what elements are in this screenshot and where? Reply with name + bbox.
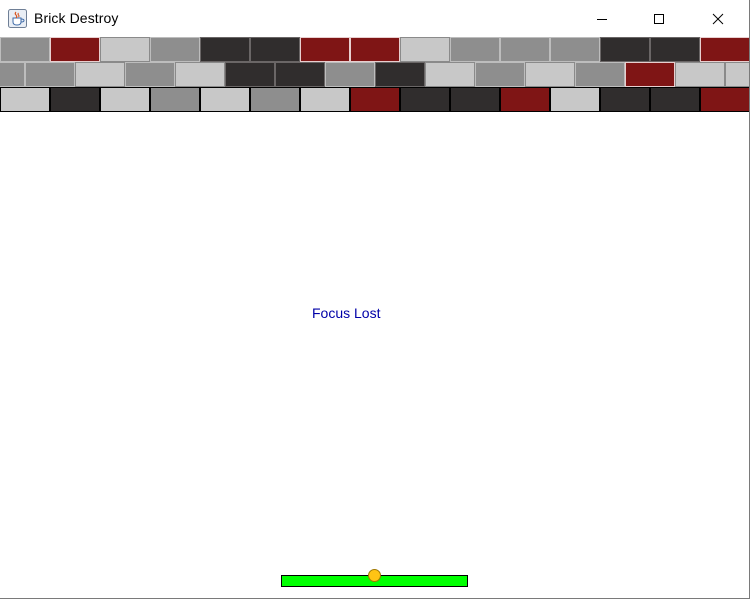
brick-steel xyxy=(500,37,550,62)
brick-cement xyxy=(0,87,50,112)
brick-dark xyxy=(600,37,650,62)
brick-steel xyxy=(125,62,175,87)
game-area[interactable]: Focus Lost xyxy=(0,37,749,598)
brick-steel xyxy=(575,62,625,87)
close-icon xyxy=(712,13,724,24)
brick-dark xyxy=(200,37,250,62)
brick-steel xyxy=(475,62,525,87)
brick-clay xyxy=(700,87,749,112)
brick-dark xyxy=(650,37,700,62)
java-cup-icon[interactable] xyxy=(8,9,27,28)
focus-lost-message: Focus Lost xyxy=(312,305,381,321)
brick-dark xyxy=(50,87,100,112)
brick-steel xyxy=(0,37,50,62)
brick-cement xyxy=(525,62,575,87)
brick-clay xyxy=(700,37,749,62)
brick-cement xyxy=(300,87,350,112)
brick-cement xyxy=(100,37,150,62)
brick-steel xyxy=(325,62,375,87)
brick-dark xyxy=(450,87,500,112)
minimize-button[interactable] xyxy=(579,0,625,37)
game-window: Brick Destroy Focus Lost xyxy=(0,0,750,599)
title-bar[interactable]: Brick Destroy xyxy=(0,0,749,37)
brick-clay xyxy=(50,37,100,62)
brick-clay xyxy=(500,87,550,112)
brick-cement xyxy=(550,87,600,112)
maximize-button[interactable] xyxy=(636,0,682,37)
maximize-icon xyxy=(654,13,664,24)
brick-dark xyxy=(375,62,425,87)
brick-cement xyxy=(200,87,250,112)
brick-dark xyxy=(650,87,700,112)
brick-steel xyxy=(0,62,25,87)
brick-wall xyxy=(0,37,749,112)
brick-steel xyxy=(450,37,500,62)
brick-cement xyxy=(400,37,450,62)
close-button[interactable] xyxy=(695,0,741,37)
brick-cement xyxy=(725,62,749,87)
brick-dark xyxy=(250,37,300,62)
ball xyxy=(368,569,381,582)
brick-steel xyxy=(150,87,200,112)
window-title: Brick Destroy xyxy=(34,10,119,26)
minimize-icon xyxy=(597,18,607,20)
brick-steel xyxy=(550,37,600,62)
brick-dark xyxy=(275,62,325,87)
brick-dark xyxy=(225,62,275,87)
brick-clay xyxy=(350,37,400,62)
brick-cement xyxy=(675,62,725,87)
brick-steel xyxy=(250,87,300,112)
brick-cement xyxy=(100,87,150,112)
brick-cement xyxy=(175,62,225,87)
brick-dark xyxy=(600,87,650,112)
brick-steel xyxy=(150,37,200,62)
brick-dark xyxy=(400,87,450,112)
brick-cement xyxy=(75,62,125,87)
brick-clay xyxy=(350,87,400,112)
brick-clay xyxy=(625,62,675,87)
brick-clay xyxy=(300,37,350,62)
brick-cement xyxy=(425,62,475,87)
brick-steel xyxy=(25,62,75,87)
